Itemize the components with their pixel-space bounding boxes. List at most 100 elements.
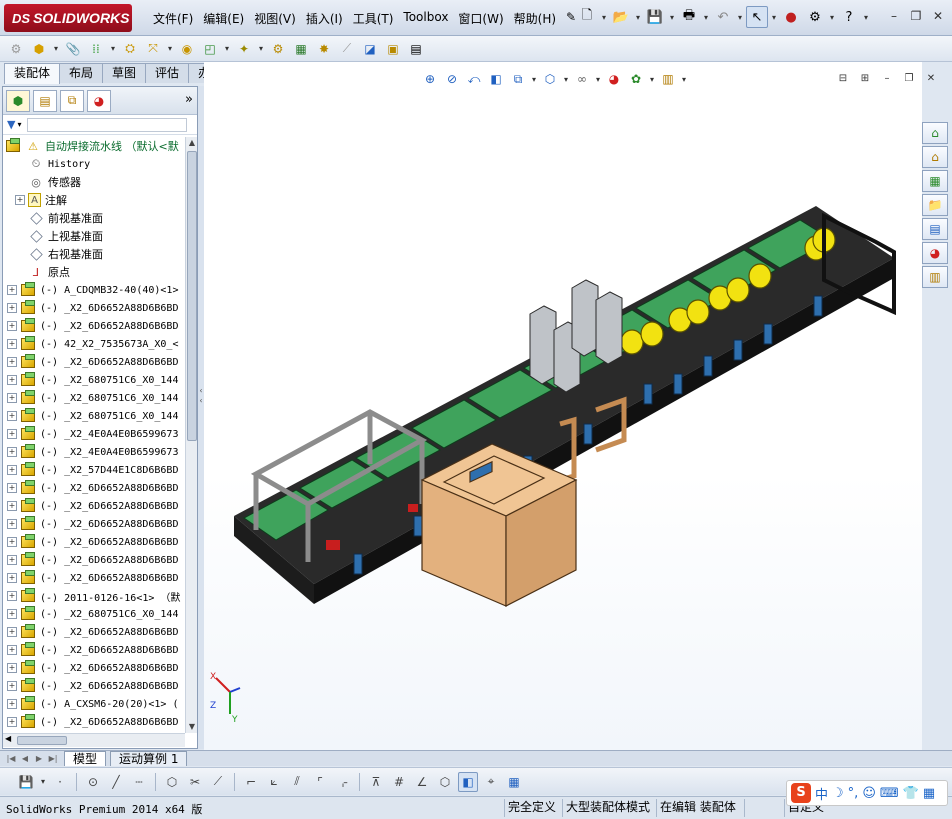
undo-icon[interactable]: ↶ <box>712 6 734 28</box>
ime-emoji-icon[interactable]: ☺ <box>862 786 876 801</box>
undo-dropdown-icon[interactable]: ▾ <box>736 13 744 22</box>
tree-item[interactable]: 前视基准面 <box>3 209 185 227</box>
new-motion-study-icon[interactable]: ⚙ <box>268 39 288 59</box>
smart-fasteners-icon[interactable]: ⛭ <box>120 39 140 59</box>
tree-component-row[interactable]: + (-) _X2_4E0A4E0B6599673 <box>3 425 185 443</box>
options-dropdown-icon[interactable]: ▾ <box>828 13 836 22</box>
ime-keyboard-icon[interactable]: ⌨ <box>880 786 899 801</box>
tree-scroll-thumb[interactable] <box>187 151 197 441</box>
trim-icon[interactable]: ✂ <box>185 772 205 792</box>
expand-plus-icon[interactable]: + <box>7 339 17 349</box>
tree-component-row[interactable]: + (-) _X2_6D6652A88D6B6BD <box>3 317 185 335</box>
chamfer-icon[interactable]: ⟀ <box>264 772 284 792</box>
expand-plus-icon[interactable]: + <box>7 519 17 529</box>
tree-component-row[interactable]: + (-) _X2_680751C6_X0_144 <box>3 371 185 389</box>
show-hidden-icon[interactable]: ◉ <box>177 39 197 59</box>
tab-assembly[interactable]: 装配体 <box>4 63 61 84</box>
assembly-model-render[interactable] <box>204 84 922 748</box>
close-icon[interactable]: ✕ <box>928 6 948 26</box>
expand-plus-icon[interactable]: + <box>7 429 17 439</box>
camera-icon[interactable]: ⌖ <box>481 772 501 792</box>
custom-properties-icon[interactable]: ▥ <box>922 266 948 288</box>
tree-component-row[interactable]: + (-) _X2_6D6652A88D6B6BD <box>3 677 185 695</box>
tab-model[interactable]: 模型 <box>64 751 107 766</box>
print-icon[interactable]: 🖶 <box>678 6 700 28</box>
menu-toolbox[interactable]: Toolbox <box>398 8 453 29</box>
menu-window[interactable]: 窗口(W) <box>453 8 508 29</box>
expand-plus-icon[interactable]: + <box>7 717 17 727</box>
exploded-view-icon[interactable]: ✸ <box>314 39 334 59</box>
insert-components-icon[interactable]: ⬢ <box>29 39 49 59</box>
tree-component-row[interactable]: + (-) _X2_6D6652A88D6B6BD <box>3 713 185 731</box>
appearances-icon[interactable]: ◕ <box>922 242 948 264</box>
expand-plus-icon[interactable]: + <box>7 321 17 331</box>
home-icon[interactable]: ⌂ <box>922 146 948 168</box>
tree-component-row[interactable]: + (-) _X2_6D6652A88D6B6BD <box>3 515 185 533</box>
tree-item[interactable]: ⅃ 原点 <box>3 263 185 281</box>
tree-component-row[interactable]: + (-) 2011-0126-16<1> （默 <box>3 587 185 605</box>
scroll-up-arrow-icon[interactable]: ▲ <box>186 137 198 149</box>
open-dropdown-icon[interactable]: ▾ <box>634 13 642 22</box>
print-dropdown-icon[interactable]: ▾ <box>702 13 710 22</box>
save-dropdown-icon[interactable]: ▾ <box>668 13 676 22</box>
tree-component-row[interactable]: + (-) _X2_6D6652A88D6B6BD <box>3 299 185 317</box>
shaded-view-icon[interactable]: ◧ <box>458 771 478 792</box>
pattern-dropdown-icon[interactable]: ▾ <box>109 44 117 53</box>
tree-root-assembly[interactable]: ⚠ 自动焊接流水线 （默认<默 <box>3 137 185 155</box>
tree-component-row[interactable]: + (-) _X2_4E0A4E0B6599673 <box>3 443 185 461</box>
tab-sketch[interactable]: 草图 <box>102 63 147 83</box>
expand-plus-icon[interactable]: + <box>7 393 17 403</box>
expand-plus-icon[interactable]: + <box>7 303 17 313</box>
next-tab-icon[interactable]: ▶ <box>32 752 46 766</box>
expand-plus-icon[interactable]: + <box>7 573 17 583</box>
tree-component-row[interactable]: + (-) _X2_6D6652A88D6B6BD <box>3 623 185 641</box>
rebuild-traffic-light-icon[interactable]: ● <box>780 6 802 28</box>
tree-component-row[interactable]: + (-) _X2_6D6652A88D6B6BD <box>3 497 185 515</box>
circle-icon[interactable]: ⊙ <box>83 772 103 792</box>
line-icon[interactable]: ╱ <box>106 772 126 792</box>
menu-file[interactable]: 文件(F) <box>148 8 198 29</box>
expand-plus-icon[interactable]: + <box>15 195 25 205</box>
corner-rectangle-icon[interactable]: ⌜ <box>310 772 330 792</box>
edit-component-icon[interactable]: ⚙ <box>6 39 26 59</box>
explode-line-sketch-icon[interactable]: ⟋ <box>337 39 357 59</box>
view-settings-dropdown-icon[interactable]: ▾ <box>680 75 688 84</box>
tree-component-row[interactable]: + (-) _X2_680751C6_X0_144 <box>3 407 185 425</box>
construction-geometry-icon[interactable]: ⌌ <box>333 772 353 792</box>
orientation-dropdown-icon[interactable]: ▾ <box>562 75 570 84</box>
expand-plus-icon[interactable]: + <box>7 591 17 601</box>
view-palette-icon[interactable]: ▤ <box>922 218 948 240</box>
expand-plus-icon[interactable]: + <box>7 375 17 385</box>
menu-help[interactable]: 帮助(H) <box>509 8 561 29</box>
move-component-icon[interactable]: ⤧ <box>143 39 163 59</box>
save-bottom-dropdown-icon[interactable]: ▾ <box>39 777 47 786</box>
feature-manager-tab-icon[interactable]: ⬢ <box>6 89 30 112</box>
options-gear-icon[interactable]: ⚙ <box>804 6 826 28</box>
new-document-icon[interactable]: 🗋 <box>576 6 598 28</box>
tree-filter-input[interactable] <box>27 117 188 132</box>
polygon-icon[interactable]: ⬡ <box>162 772 182 792</box>
fillet-icon[interactable]: ⌐ <box>241 772 261 792</box>
offset-icon[interactable]: ⫽ <box>287 772 307 792</box>
component-pattern-icon[interactable]: ⁞⁞ <box>86 39 106 59</box>
display-style-dropdown-icon[interactable]: ▾ <box>594 75 602 84</box>
tree-item[interactable]: 右视基准面 <box>3 245 185 263</box>
cube-icon[interactable]: ⬡ <box>435 772 455 792</box>
expand-plus-icon[interactable]: + <box>7 609 17 619</box>
save-icon-bottom[interactable]: 💾 <box>16 772 36 792</box>
menu-view[interactable]: 视图(V) <box>249 8 301 29</box>
open-folder-icon[interactable]: 📂 <box>610 6 632 28</box>
tab-motion-study-1[interactable]: 运动算例 1 <box>110 751 188 766</box>
first-tab-icon[interactable]: |◀ <box>4 752 18 766</box>
tree-component-row[interactable]: + (-) _X2_6D6652A88D6B6BD <box>3 479 185 497</box>
ime-fullwidth-moon-icon[interactable]: ☽ <box>832 786 844 801</box>
tree-horizontal-scrollbar[interactable]: ◀ <box>3 733 185 747</box>
ime-skin-icon[interactable]: 👕 <box>903 786 919 801</box>
tree-component-row[interactable]: + (-) _X2_680751C6_X0_144 <box>3 389 185 407</box>
ime-chinese-mode[interactable]: 中 <box>815 784 828 803</box>
select-arrow-icon[interactable]: ↖ <box>746 6 768 28</box>
tree-component-row[interactable]: + (-) _X2_57D44E1C8D6B6BD <box>3 461 185 479</box>
instant3d-icon[interactable]: ▤ <box>406 39 426 59</box>
solidworks-resources-icon[interactable]: ⌂ <box>922 122 948 144</box>
prev-tab-icon[interactable]: ◀ <box>18 752 32 766</box>
